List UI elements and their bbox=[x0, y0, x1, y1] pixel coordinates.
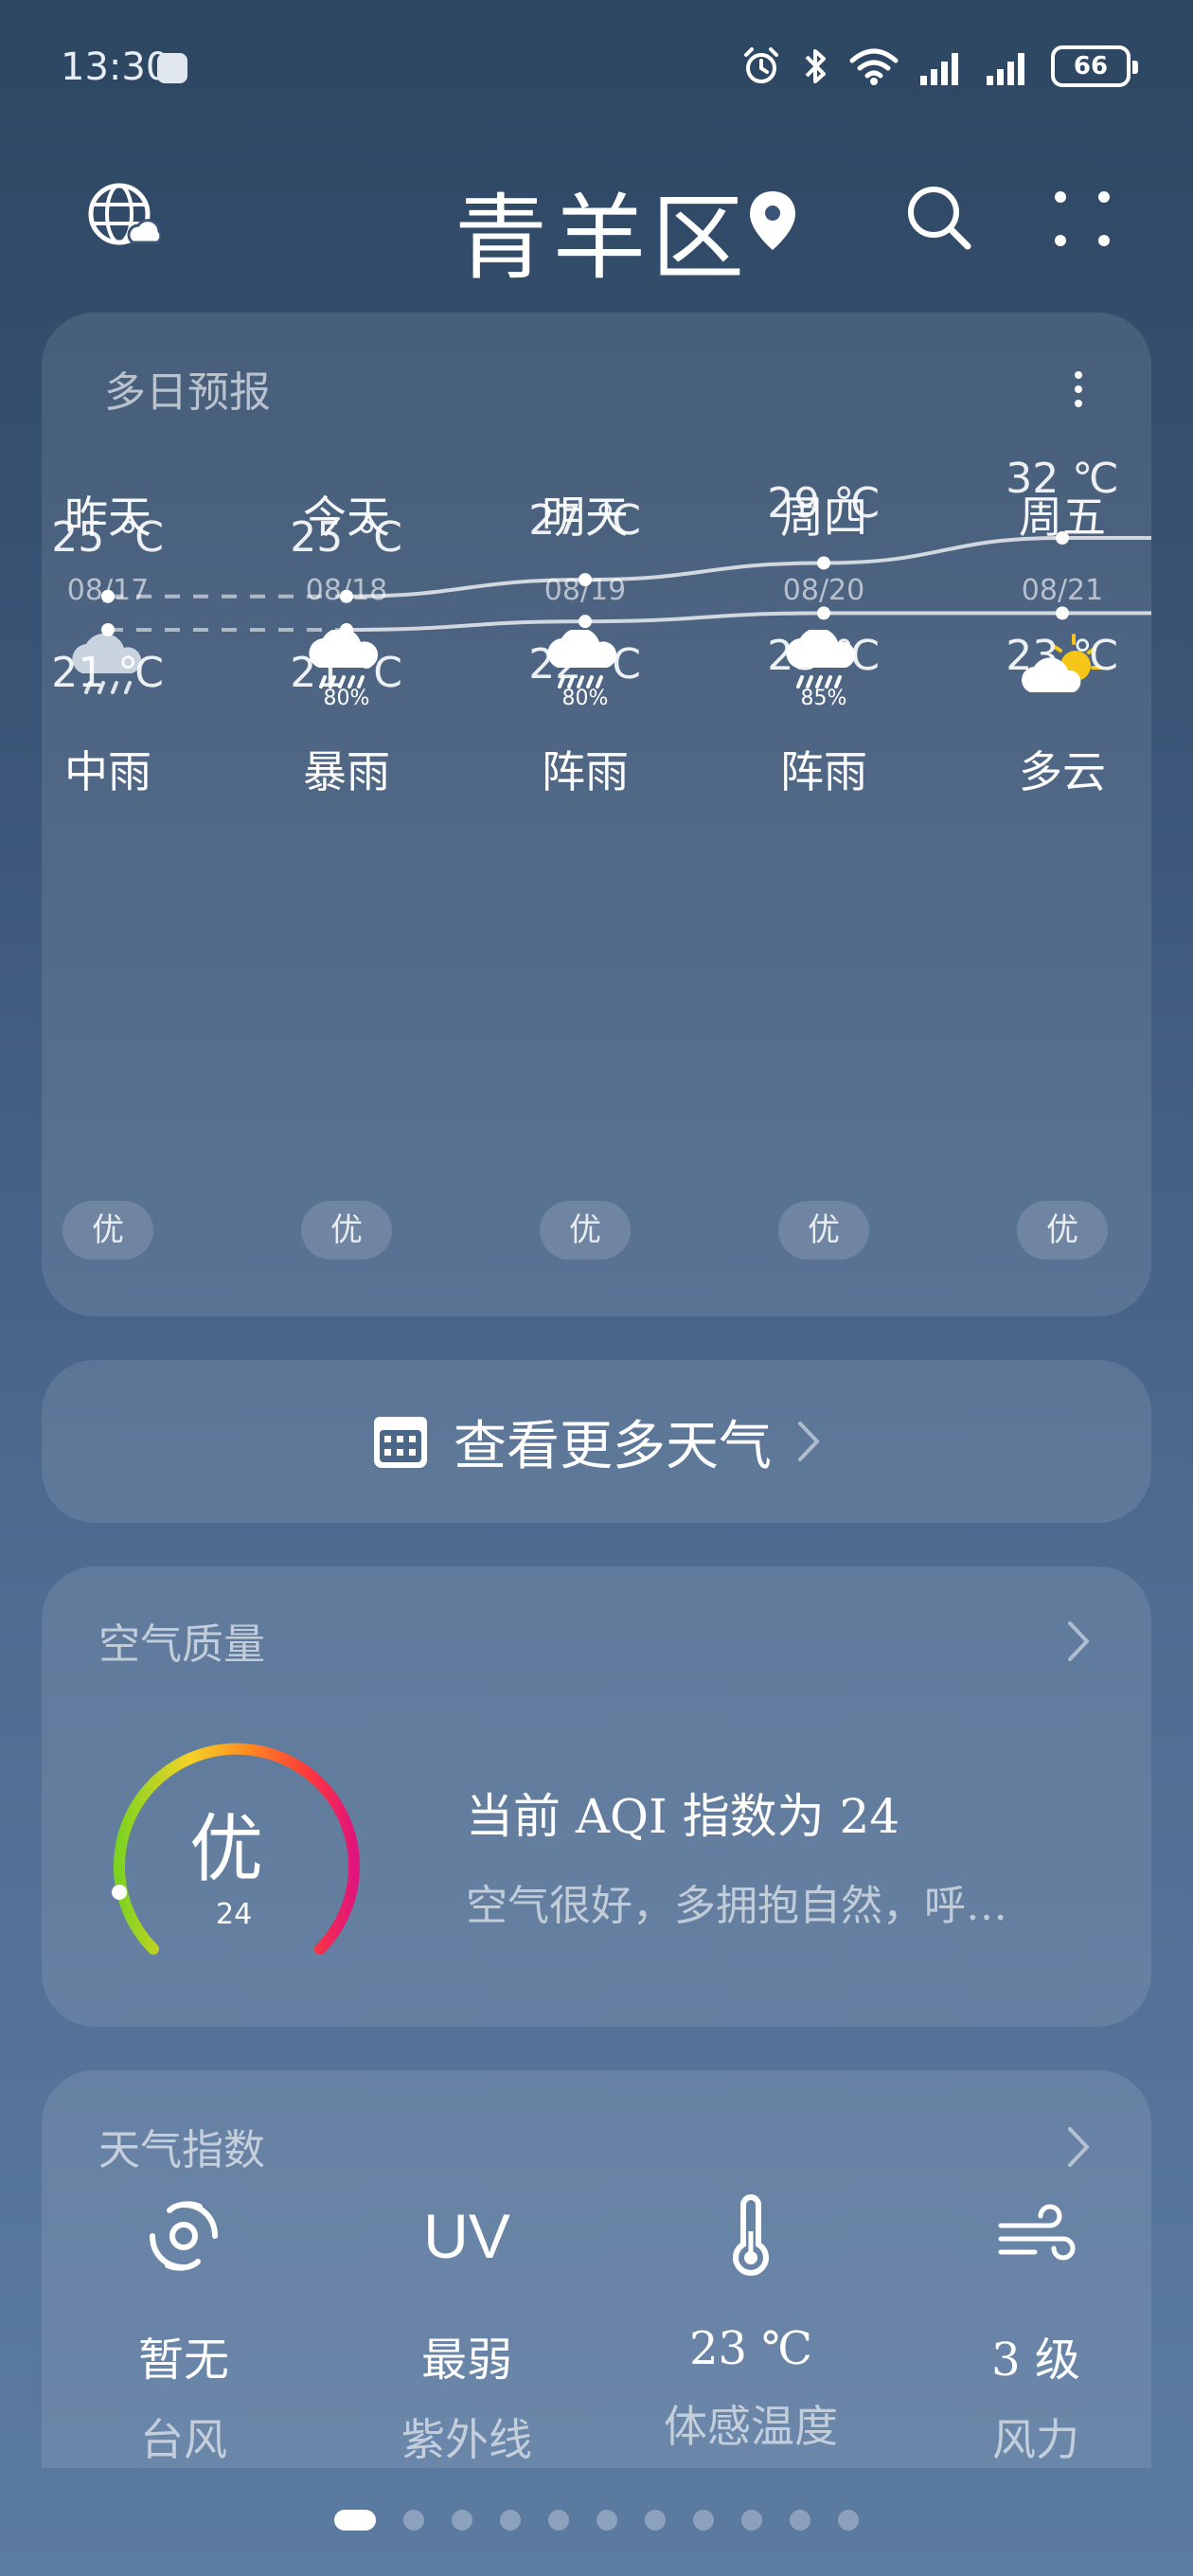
weather-index-title: 天气指数 bbox=[98, 2126, 265, 2174]
aqi-grade: 优 bbox=[189, 1807, 264, 1892]
temp-point bbox=[340, 623, 353, 636]
weather-index-item[interactable]: 暂无 台风 bbox=[61, 2193, 307, 2468]
aqi-value: 24 bbox=[216, 1898, 253, 1931]
air-quality-title: 空气质量 bbox=[98, 1620, 265, 1669]
battery-indicator: 66 bbox=[1051, 45, 1138, 87]
page-dot[interactable] bbox=[500, 2510, 521, 2531]
chevron-right-icon bbox=[1068, 1621, 1090, 1661]
index-label: 体感温度 bbox=[664, 2401, 838, 2452]
page-dot[interactable] bbox=[838, 2510, 859, 2531]
forecast-card: 多日预报 昨天08/17中雨优今天08/1880%暴雨优明天08/1980%阵雨… bbox=[42, 313, 1151, 1316]
index-value: 最弱 bbox=[420, 2334, 512, 2387]
page-dot[interactable] bbox=[334, 2510, 376, 2531]
grid-dots-icon bbox=[1055, 191, 1110, 246]
notification-app-icon bbox=[157, 53, 187, 83]
index-label: 紫外线 bbox=[401, 2414, 532, 2465]
temp-point bbox=[817, 606, 830, 620]
page-dot[interactable] bbox=[645, 2510, 666, 2531]
location-pin-icon bbox=[746, 188, 799, 258]
calendar-icon bbox=[374, 1417, 427, 1468]
page-dot[interactable] bbox=[403, 2510, 424, 2531]
temperature-chart bbox=[101, 531, 1151, 636]
more-weather-label: 查看更多天气 bbox=[454, 1415, 772, 1477]
index-label: 风力 bbox=[992, 2414, 1079, 2465]
page-dot[interactable] bbox=[548, 2510, 569, 2531]
weather-index-item[interactable]: 23 ℃ 体感温度 bbox=[628, 2193, 874, 2455]
index-value: 3 级 bbox=[991, 2334, 1080, 2387]
temp-point bbox=[579, 573, 592, 587]
search-icon bbox=[908, 187, 971, 250]
typhoon-icon bbox=[61, 2193, 307, 2279]
chevron-right-icon bbox=[798, 1422, 820, 1461]
page-indicator bbox=[0, 2510, 1193, 2531]
page-dot[interactable] bbox=[790, 2510, 810, 2531]
index-label: 台风 bbox=[140, 2414, 227, 2465]
high-temp-line bbox=[346, 536, 1151, 599]
more-weather-button[interactable]: 查看更多天气 bbox=[42, 1360, 1151, 1523]
temp-point bbox=[101, 623, 115, 636]
temp-point bbox=[579, 615, 592, 629]
chevron-right-icon bbox=[1068, 2127, 1090, 2167]
temp-point bbox=[101, 589, 115, 603]
temp-point bbox=[340, 589, 353, 603]
signal-icon bbox=[920, 53, 958, 85]
page-dot[interactable] bbox=[452, 2510, 472, 2531]
globe-city-button[interactable] bbox=[85, 180, 163, 256]
status-icons: 66 bbox=[740, 38, 1138, 95]
city-title[interactable]: 青羊区 bbox=[454, 163, 750, 297]
weather-index-item[interactable]: 3 级风力 bbox=[913, 2193, 1159, 2468]
temp-point bbox=[817, 556, 830, 570]
wifi-icon bbox=[849, 48, 899, 85]
search-button[interactable] bbox=[901, 180, 977, 256]
thermometer-icon bbox=[628, 2193, 874, 2279]
weather-index-item[interactable]: UV 最弱紫外线 bbox=[344, 2193, 590, 2468]
low-temp-line bbox=[346, 611, 1151, 632]
signal-icon bbox=[987, 53, 1024, 85]
status-bar: 13:30 66 bbox=[0, 0, 1193, 133]
page-dot[interactable] bbox=[596, 2510, 617, 2531]
globe-cloud-icon bbox=[88, 183, 163, 245]
wind-icon bbox=[913, 2193, 1159, 2279]
status-time: 13:30 bbox=[61, 45, 170, 89]
bluetooth-icon bbox=[805, 49, 826, 83]
temp-point bbox=[1056, 606, 1069, 620]
uv-icon: UV bbox=[423, 2201, 510, 2271]
index-value: 23 ℃ bbox=[688, 2322, 813, 2375]
more-menu-button[interactable] bbox=[1049, 186, 1115, 252]
aqi-description: 空气很好，多拥抱自然，呼… bbox=[466, 1882, 1007, 1930]
page-dot[interactable] bbox=[693, 2510, 714, 2531]
page-dot[interactable] bbox=[741, 2510, 762, 2531]
index-value: 暂无 bbox=[137, 2334, 229, 2387]
aqi-headline: 当前 AQI 指数为 24 bbox=[466, 1789, 900, 1844]
alarm-icon bbox=[744, 47, 778, 83]
temp-point bbox=[1056, 531, 1069, 545]
